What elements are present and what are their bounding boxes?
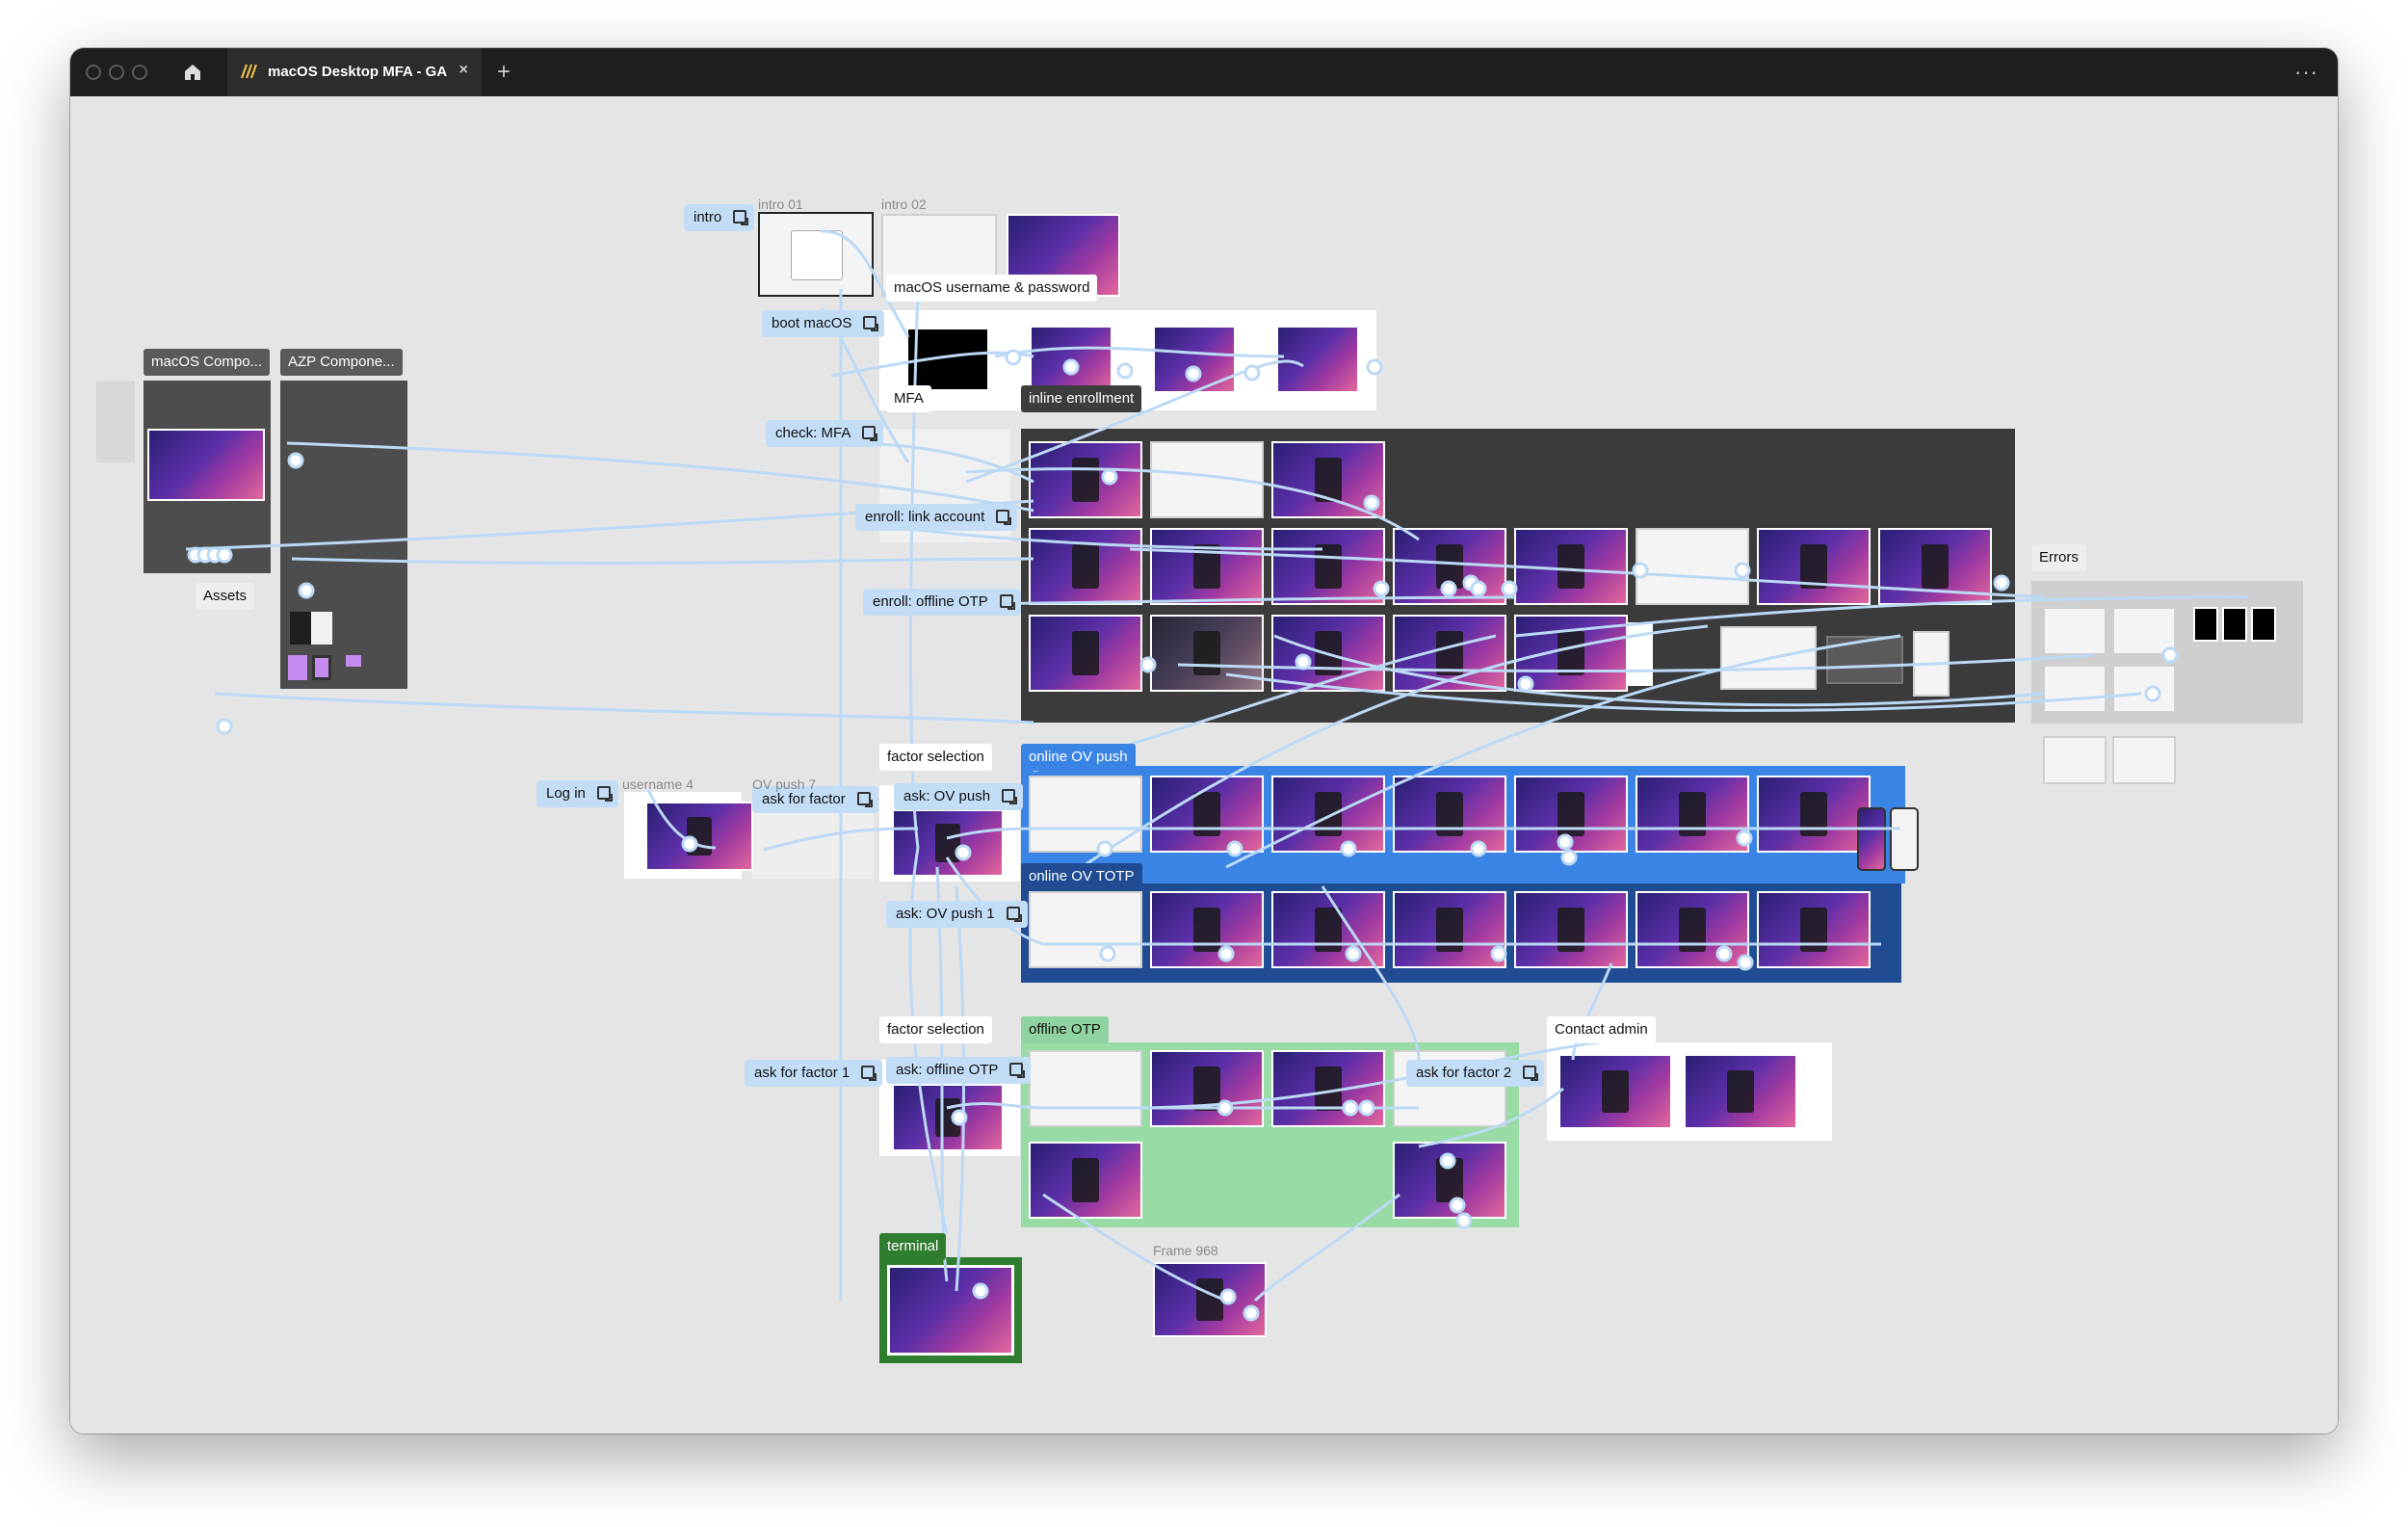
flow-start-ask-ov-push[interactable]: ask: OV push — [894, 783, 1024, 810]
file-tab[interactable]: macOS Desktop MFA - GA × — [227, 48, 482, 96]
factor-selection-label-2[interactable]: factor selection — [879, 1016, 992, 1043]
flow-start-icon — [596, 786, 613, 802]
flow-start-log-in[interactable]: Log in — [537, 780, 618, 807]
inline-enrollment-label[interactable]: inline enrollment — [1021, 385, 1142, 412]
flow-start-icon — [1002, 789, 1018, 804]
flow-start-boot[interactable]: boot macOS — [762, 310, 885, 337]
flow-start-icon — [856, 792, 873, 807]
ov-push-7-name[interactable]: OV push 7 — [752, 777, 816, 792]
azp-components-label[interactable]: AZP Compone... — [280, 349, 403, 376]
flow-start-icon — [733, 210, 749, 225]
flow-start-icon — [1006, 907, 1022, 922]
design-canvas[interactable]: intro boot macOS check: MFA enroll: link… — [70, 96, 2338, 1434]
username-4-name[interactable]: username 4 — [622, 777, 694, 792]
flow-start-intro[interactable]: intro — [684, 204, 755, 231]
minimize-window-button[interactable] — [109, 65, 124, 80]
terminal-label[interactable]: terminal — [879, 1233, 947, 1260]
contact-admin-label[interactable]: Contact admin — [1547, 1016, 1656, 1043]
online-ov-totp-label[interactable]: online OV TOTP — [1021, 863, 1142, 890]
flow-start-icon — [1009, 1063, 1026, 1078]
assets-label[interactable]: Assets — [196, 583, 255, 610]
new-tab-button[interactable]: + — [497, 59, 510, 86]
errors-label[interactable]: Errors — [2031, 544, 2086, 571]
more-options-button[interactable]: ··· — [2294, 60, 2318, 85]
flow-start-enroll-offline[interactable]: enroll: offline OTP — [863, 589, 1021, 616]
close-window-button[interactable] — [86, 65, 101, 80]
flow-start-icon — [863, 316, 879, 331]
flow-start-enroll-account[interactable]: enroll: link account — [855, 504, 1018, 531]
offline-otp-label[interactable]: offline OTP — [1021, 1016, 1109, 1043]
flow-start-ask-offline-otp[interactable]: ask: offline OTP — [886, 1057, 1032, 1084]
flow-start-ask-factor-1[interactable]: ask for factor 1 — [745, 1060, 883, 1087]
flow-start-icon — [862, 426, 878, 441]
flow-start-ask-factor-2[interactable]: ask for factor 2 — [1406, 1060, 1545, 1087]
figma-file-icon — [239, 62, 258, 85]
flow-start-icon — [1523, 1066, 1539, 1081]
file-tab-title: macOS Desktop MFA - GA — [268, 64, 448, 80]
username-password-label[interactable]: macOS username & password — [886, 275, 1098, 302]
title-bar: macOS Desktop MFA - GA × + ··· — [70, 48, 2338, 96]
frame-968-name[interactable]: Frame 968 — [1153, 1243, 1218, 1258]
intro-02-name[interactable]: intro 02 — [881, 197, 927, 212]
home-icon[interactable] — [181, 61, 204, 84]
factor-selection-label[interactable]: factor selection — [879, 744, 992, 771]
app-window: macOS Desktop MFA - GA × + ··· intro boo… — [70, 48, 2338, 1434]
flow-start-check-mfa[interactable]: check: MFA — [766, 420, 884, 447]
macos-components-label[interactable]: macOS Compo... — [144, 349, 271, 376]
intro-01-name[interactable]: intro 01 — [758, 197, 803, 212]
flow-start-icon — [996, 510, 1012, 525]
flow-start-icon — [861, 1066, 877, 1081]
flow-start-icon — [999, 594, 1015, 610]
close-tab-icon[interactable]: × — [459, 62, 468, 79]
mfa-label[interactable]: MFA — [886, 385, 931, 412]
flow-start-ask-ov-push-1[interactable]: ask: OV push 1 — [886, 901, 1028, 928]
prototype-connections — [185, 229, 2248, 1322]
zoom-window-button[interactable] — [132, 65, 147, 80]
online-ov-push-label[interactable]: online OV push — [1021, 744, 1136, 771]
